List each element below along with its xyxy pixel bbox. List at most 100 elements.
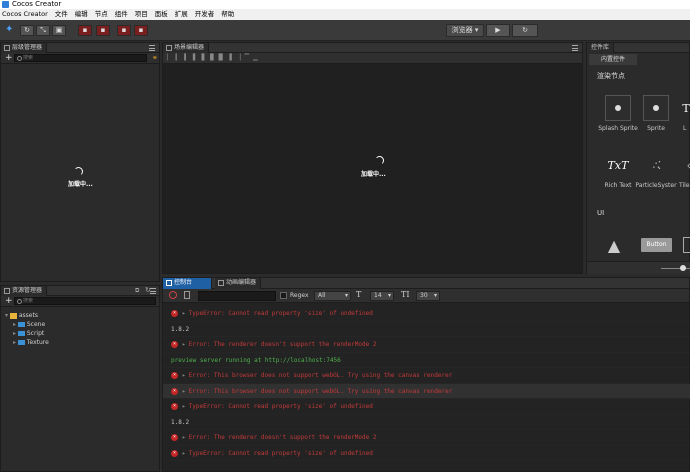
- layout-button[interactable]: ▪: [134, 25, 148, 36]
- align-icons[interactable]: ▏▎▍▌▋▊▉▐▕▔▁: [167, 54, 262, 61]
- rect-tool-button[interactable]: ▣: [52, 25, 66, 36]
- play-icon: ▶: [495, 26, 501, 34]
- tab-library[interactable]: 控件库: [587, 43, 615, 53]
- tab-scene[interactable]: 场景编辑器: [163, 43, 210, 53]
- scene-panel: 场景编辑器 ▏▎▍▌▋▊▉▐▕▔▁ 加载中...: [162, 42, 583, 274]
- tab-animation-editor[interactable]: 动画编辑器: [215, 278, 262, 289]
- tab-builtin-widgets[interactable]: 内置控件: [589, 54, 637, 65]
- menu-item-developer[interactable]: 开发者: [195, 9, 215, 20]
- menu-item-edit[interactable]: 编辑: [75, 9, 88, 20]
- error-icon: ×: [171, 310, 178, 317]
- menu-item-app[interactable]: Cocos Creator: [2, 9, 48, 20]
- open-log-icon[interactable]: [184, 291, 190, 299]
- console-log-line[interactable]: × ▸ TypeError: Cannot read property 'size'…: [163, 399, 690, 415]
- add-node-button[interactable]: +: [5, 53, 13, 63]
- expand-arrow-icon[interactable]: ▸: [182, 372, 186, 379]
- console-log-text: preview server running at http://localho…: [171, 356, 341, 364]
- sprite-icon: [643, 95, 669, 121]
- line-height-icon: TI: [401, 290, 410, 299]
- regex-label: Regex: [290, 292, 309, 299]
- console-log-text: Error: This browser does not support web…: [188, 387, 453, 395]
- zoom-slider-handle[interactable]: [680, 265, 686, 271]
- panel-menu-icon[interactable]: [572, 45, 578, 51]
- widget-tiled-map[interactable]: ◇ Tile: [669, 152, 690, 189]
- browser-select[interactable]: 浏览器 ▾: [446, 24, 484, 37]
- center-pivot-button[interactable]: ▪: [117, 25, 131, 36]
- line-height-select[interactable]: 30 ▾: [416, 291, 440, 301]
- error-icon: ×: [171, 387, 178, 395]
- move-tool-icon[interactable]: ✦: [5, 24, 13, 35]
- tree-folder-texture[interactable]: ▸ Texture: [5, 338, 49, 347]
- folder-icon: [9, 312, 17, 319]
- console-log-text: 1.8.2: [171, 418, 190, 426]
- label-icon: T: [682, 101, 690, 115]
- menu-item-help[interactable]: 帮助: [221, 9, 234, 20]
- font-size-select[interactable]: 14 ▾: [370, 291, 394, 301]
- clear-icon[interactable]: [169, 291, 177, 299]
- console-panel: 控制台 动画编辑器 Regex All ▾ T 14 ▾ TI 30 ▾ × ▸ Type…: [162, 277, 690, 472]
- menu-item-extension[interactable]: 扩展: [175, 9, 188, 20]
- console-log-line[interactable]: × ▸ Error: The renderer doesn't support th…: [163, 337, 690, 353]
- menu-item-component[interactable]: 组件: [115, 9, 128, 20]
- hierarchy-panel: 层级管理器 + 搜索 ⚭ 加载中...: [0, 42, 160, 282]
- widget-button[interactable]: Button: [641, 238, 672, 252]
- tab-hierarchy[interactable]: 层级管理器: [1, 43, 48, 53]
- widget-layout-icon[interactable]: ▲: [603, 234, 625, 256]
- collapse-icon[interactable]: ⧉: [135, 287, 139, 295]
- panel-menu-icon[interactable]: [149, 45, 155, 51]
- regex-checkbox[interactable]: [280, 292, 287, 299]
- panel-menu-icon[interactable]: [150, 288, 156, 294]
- scene-align-toolbar: ▏▎▍▌▋▊▉▐▕▔▁: [163, 53, 582, 64]
- expand-arrow-icon[interactable]: ▸: [182, 388, 186, 395]
- menu-item-file[interactable]: 文件: [55, 9, 68, 20]
- tab-console[interactable]: 控制台: [163, 278, 212, 289]
- hierarchy-spinner: [74, 167, 83, 176]
- expand-arrow-icon[interactable]: ▸: [182, 310, 186, 317]
- assets-panel: 资源管理器 ⧉ ↻ + 搜索 ▾ assets ▸ Scene ▸ Script…: [0, 285, 160, 472]
- assets-tree: ▾ assets ▸ Scene ▸ Script ▸ Texture: [5, 311, 49, 347]
- console-filter-input[interactable]: [198, 291, 276, 301]
- library-subtab-bar: 内置控件: [587, 53, 689, 65]
- menu-bar: Cocos Creator 文件 编辑 节点 组件 项目 面板 扩展 开发者 帮…: [0, 9, 690, 20]
- scale-tool-button[interactable]: ⤡: [36, 25, 50, 36]
- scene-tab-bar: 场景编辑器: [163, 43, 582, 53]
- console-log-line[interactable]: × ▸ TypeError: Cannot read property 'size'…: [163, 446, 690, 461]
- tree-root-assets[interactable]: ▾ assets: [5, 311, 49, 320]
- window-title: Cocos Creator: [12, 0, 62, 8]
- tree-folder-script[interactable]: ▸ Script: [5, 329, 49, 338]
- play-button[interactable]: ▶: [486, 24, 510, 37]
- expand-arrow-icon[interactable]: ▸: [182, 341, 186, 348]
- widget-label[interactable]: T L: [669, 95, 690, 133]
- expand-arrow-icon[interactable]: ▸: [182, 403, 186, 410]
- tab-assets[interactable]: 资源管理器: [1, 286, 48, 296]
- console-log-line[interactable]: × ▸ TypeError: Cannot read property 'size'…: [163, 306, 690, 322]
- rotate-tool-button[interactable]: ↻: [20, 25, 34, 36]
- console-log-line[interactable]: × ▸ Error: This browser does not support w…: [163, 383, 690, 399]
- log-level-select[interactable]: All ▾: [314, 291, 351, 301]
- tree-folder-scene[interactable]: ▸ Scene: [5, 320, 49, 329]
- hierarchy-search-input[interactable]: 搜索: [14, 54, 147, 62]
- assets-search-input[interactable]: 搜索: [14, 297, 156, 305]
- create-asset-button[interactable]: +: [5, 296, 13, 306]
- expand-arrow-icon[interactable]: ▸: [182, 434, 186, 441]
- assets-search-row: + 搜索: [1, 296, 159, 307]
- local-pivot-button[interactable]: ▪: [78, 25, 92, 36]
- console-log-line[interactable]: × ▸ Error: This browser does not support w…: [163, 368, 690, 384]
- expand-arrow-icon[interactable]: ▸: [182, 450, 186, 457]
- particle-icon: ∴⁚: [652, 158, 661, 172]
- refresh-icon: ↻: [522, 26, 528, 34]
- library-zoom-bar: [587, 261, 690, 274]
- menu-item-node[interactable]: 节点: [95, 9, 108, 20]
- lock-icon[interactable]: ⚭: [152, 54, 158, 62]
- refresh-button[interactable]: ↻: [512, 24, 538, 37]
- console-log-line[interactable]: 1.8.2: [163, 415, 690, 430]
- console-log-line[interactable]: 1.8.2: [163, 322, 690, 337]
- global-button[interactable]: ▪: [96, 25, 110, 36]
- menu-item-project[interactable]: 项目: [135, 9, 148, 20]
- console-log-line[interactable]: preview server running at http://localho…: [163, 353, 690, 368]
- console-log-line[interactable]: × ▸ Error: The renderer doesn't support th…: [163, 430, 690, 446]
- menu-item-panel[interactable]: 面板: [155, 9, 168, 20]
- scene-icon: [166, 45, 172, 51]
- widget-editbox-icon[interactable]: [683, 237, 690, 253]
- error-icon: ×: [171, 372, 178, 379]
